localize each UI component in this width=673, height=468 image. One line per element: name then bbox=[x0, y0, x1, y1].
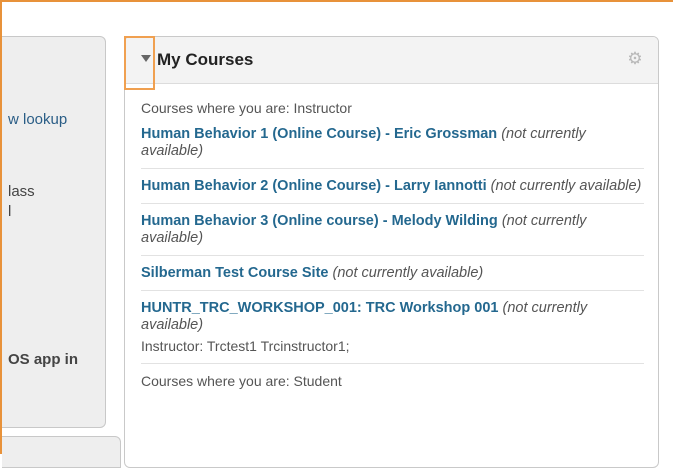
course-status: (not currently available) bbox=[490, 178, 642, 194]
my-courses-module: My Courses ⚙ Courses where you are: Inst… bbox=[124, 36, 659, 468]
instructor-name: Trctest1 Trcinstructor1; bbox=[206, 338, 350, 354]
left-text-fragment-l: l bbox=[8, 203, 12, 220]
course-link[interactable]: HUNTR_TRC_WORKSHOP_001: TRC Workshop 001 bbox=[141, 300, 498, 316]
student-role-label: Courses where you are: Student bbox=[141, 373, 342, 389]
module-title: My Courses bbox=[157, 50, 254, 69]
course-item: HUNTR_TRC_WORKSHOP_001: TRC Workshop 001… bbox=[141, 300, 644, 364]
instructor-label: Instructor: bbox=[141, 338, 204, 354]
collapse-triangle-icon[interactable] bbox=[141, 55, 151, 62]
course-item: Silberman Test Course Site (not currentl… bbox=[141, 265, 644, 291]
left-text-fragment-os-app: OS app in bbox=[8, 351, 79, 368]
left-text-fragment-class: lass bbox=[8, 183, 35, 200]
instructor-line: Instructor: Trctest1 Trcinstructor1; bbox=[141, 338, 644, 355]
module-body: Courses where you are: Instructor Human … bbox=[125, 84, 658, 389]
left-bottom-module bbox=[2, 436, 121, 468]
course-link[interactable]: Human Behavior 1 (Online Course) - Eric … bbox=[141, 126, 497, 142]
course-item: Human Behavior 2 (Online Course) - Larry… bbox=[141, 178, 644, 204]
course-item: Human Behavior 3 (Online course) - Melod… bbox=[141, 213, 644, 256]
course-link[interactable]: Human Behavior 3 (Online course) - Melod… bbox=[141, 213, 498, 229]
instructor-role-label: Courses where you are: Instructor bbox=[141, 100, 352, 116]
course-link[interactable]: Human Behavior 2 (Online Course) - Larry… bbox=[141, 178, 487, 194]
left-module: w lookup lass l OS app in bbox=[2, 36, 106, 428]
gear-icon[interactable]: ⚙ bbox=[626, 50, 644, 68]
course-link[interactable]: Silberman Test Course Site bbox=[141, 265, 328, 281]
left-link-fragment-lookup[interactable]: w lookup bbox=[8, 111, 67, 128]
course-item: Human Behavior 1 (Online Course) - Eric … bbox=[141, 126, 644, 169]
frame-top-border bbox=[0, 0, 673, 2]
course-status: (not currently available) bbox=[332, 265, 484, 281]
module-header: My Courses ⚙ bbox=[125, 37, 658, 84]
